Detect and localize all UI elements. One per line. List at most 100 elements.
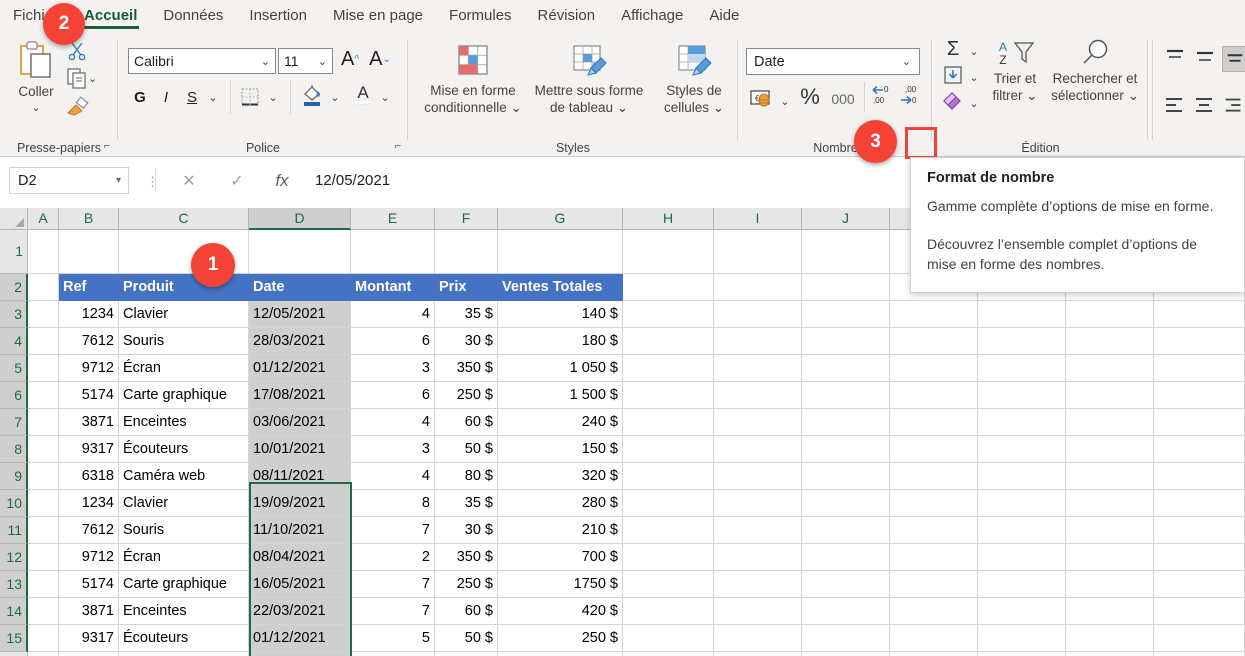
row-header-10[interactable]: 10 xyxy=(0,490,28,517)
cell-D14[interactable]: 22/03/2021 xyxy=(249,598,351,625)
table-cell[interactable] xyxy=(890,544,978,571)
number-format-combo[interactable]: Date ⌄ xyxy=(746,48,920,75)
table-cell[interactable] xyxy=(978,463,1066,490)
table-cell[interactable] xyxy=(28,328,59,355)
table-cell[interactable] xyxy=(28,382,59,409)
table-cell[interactable] xyxy=(623,544,714,571)
align-bottom-button[interactable] xyxy=(1222,46,1245,72)
table-cell[interactable] xyxy=(28,301,59,328)
table-cell[interactable] xyxy=(1066,463,1154,490)
table-cell[interactable] xyxy=(249,230,351,274)
cell-B9[interactable]: 6318 xyxy=(59,463,119,490)
table-cell[interactable] xyxy=(623,490,714,517)
table-cell[interactable] xyxy=(59,230,119,274)
table-cell[interactable] xyxy=(498,230,623,274)
table-cell[interactable] xyxy=(978,571,1066,598)
table-cell[interactable] xyxy=(714,652,802,656)
table-cell[interactable] xyxy=(28,571,59,598)
table-cell[interactable] xyxy=(28,436,59,463)
row-header-14[interactable]: 14 xyxy=(0,598,28,625)
table-cell[interactable] xyxy=(714,328,802,355)
cell-C13[interactable]: Carte graphique xyxy=(119,571,249,598)
table-cell[interactable] xyxy=(978,544,1066,571)
table-cell[interactable] xyxy=(890,463,978,490)
cell-E15[interactable]: 5 xyxy=(351,625,435,652)
table-cell[interactable] xyxy=(623,274,714,301)
select-all-corner[interactable] xyxy=(0,208,28,230)
table-cell[interactable] xyxy=(890,571,978,598)
cell-G13[interactable]: 1750 $ xyxy=(498,571,623,598)
table-cell[interactable] xyxy=(714,463,802,490)
table-cell[interactable] xyxy=(623,409,714,436)
bold-button[interactable]: G xyxy=(128,84,152,110)
table-cell[interactable] xyxy=(623,230,714,274)
table-cell[interactable] xyxy=(714,490,802,517)
chevron-down-icon[interactable]: ⌄ xyxy=(8,101,64,114)
row-header-12[interactable]: 12 xyxy=(0,544,28,571)
decrease-decimal-button[interactable]: 0 ,00 xyxy=(868,82,896,108)
table-cell[interactable] xyxy=(1154,652,1245,656)
table-cell[interactable] xyxy=(1066,517,1154,544)
table-cell[interactable] xyxy=(1154,544,1245,571)
cell-B13[interactable]: 5174 xyxy=(59,571,119,598)
table-cell[interactable] xyxy=(890,625,978,652)
cell-E7[interactable]: 4 xyxy=(351,409,435,436)
table-cell[interactable] xyxy=(28,544,59,571)
column-header-j[interactable]: J xyxy=(802,208,890,230)
chevron-down-icon[interactable]: ⌄ xyxy=(376,84,394,110)
chevron-down-icon[interactable]: ⌄ xyxy=(318,55,327,68)
cell-F14[interactable]: 60 $ xyxy=(435,598,498,625)
table-cell[interactable] xyxy=(1154,625,1245,652)
cell-D5[interactable]: 01/12/2021 xyxy=(249,355,351,382)
align-center-button[interactable] xyxy=(1192,94,1220,120)
row-header-3[interactable]: 3 xyxy=(0,301,28,328)
table-cell[interactable] xyxy=(802,517,890,544)
cell-E14[interactable]: 7 xyxy=(351,598,435,625)
name-box[interactable]: D2 ▾ xyxy=(9,167,129,194)
font-dialog-launcher[interactable]: ⌐ xyxy=(390,138,406,154)
table-cell[interactable] xyxy=(890,409,978,436)
table-cell[interactable] xyxy=(1154,328,1245,355)
tab-donnees[interactable]: Données xyxy=(150,0,236,32)
table-cell[interactable] xyxy=(714,409,802,436)
cell-C5[interactable]: Écran xyxy=(119,355,249,382)
underline-button[interactable]: S xyxy=(180,84,204,110)
cell-F16[interactable]: 80 $ xyxy=(435,652,498,656)
cell-F3[interactable]: 35 $ xyxy=(435,301,498,328)
row-header-7[interactable]: 7 xyxy=(0,409,28,436)
cell-B14[interactable]: 3871 xyxy=(59,598,119,625)
table-header-ventes-totales[interactable]: Ventes Totales xyxy=(498,274,623,301)
table-cell[interactable] xyxy=(714,436,802,463)
cell-G4[interactable]: 180 $ xyxy=(498,328,623,355)
table-cell[interactable] xyxy=(714,517,802,544)
table-cell[interactable] xyxy=(28,490,59,517)
cell-E11[interactable]: 7 xyxy=(351,517,435,544)
cell-B5[interactable]: 9712 xyxy=(59,355,119,382)
chevron-down-icon[interactable]: ⌄ xyxy=(965,64,983,90)
cell-G10[interactable]: 280 $ xyxy=(498,490,623,517)
table-cell[interactable] xyxy=(435,230,498,274)
table-cell[interactable] xyxy=(28,463,59,490)
table-cell[interactable] xyxy=(623,625,714,652)
table-cell[interactable] xyxy=(714,571,802,598)
table-cell[interactable] xyxy=(978,355,1066,382)
table-cell[interactable] xyxy=(978,436,1066,463)
table-cell[interactable] xyxy=(890,517,978,544)
more-options-icon[interactable]: ⋮ xyxy=(146,174,159,190)
row-header-1[interactable]: 1 xyxy=(0,230,28,274)
table-cell[interactable] xyxy=(351,230,435,274)
table-cell[interactable] xyxy=(802,436,890,463)
table-cell[interactable] xyxy=(28,652,59,656)
table-cell[interactable] xyxy=(1066,355,1154,382)
cell-F8[interactable]: 50 $ xyxy=(435,436,498,463)
table-cell[interactable] xyxy=(1154,409,1245,436)
borders-button[interactable] xyxy=(236,84,264,110)
cell-B3[interactable]: 1234 xyxy=(59,301,119,328)
table-cell[interactable] xyxy=(1066,409,1154,436)
tab-formules[interactable]: Formules xyxy=(436,0,525,32)
column-header-b[interactable]: B xyxy=(59,208,119,230)
row-header-16[interactable]: 16 xyxy=(0,652,28,656)
table-cell[interactable] xyxy=(714,382,802,409)
row-header-15[interactable]: 15 xyxy=(0,625,28,652)
cell-D9[interactable]: 08/11/2021 xyxy=(249,463,351,490)
